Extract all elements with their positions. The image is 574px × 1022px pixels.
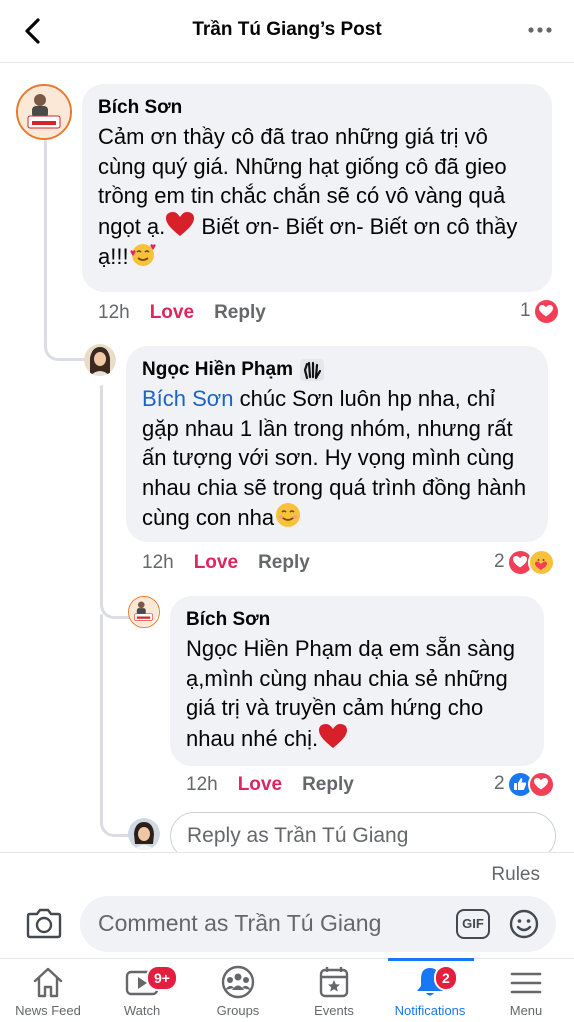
- tab-menu[interactable]: Menu: [478, 959, 574, 1022]
- comment-text: Bích Sơn chúc Sơn luôn hp nha, chỉ gặp n…: [142, 384, 532, 533]
- love-button[interactable]: Love: [238, 774, 282, 795]
- reply-button[interactable]: Reply: [258, 552, 310, 573]
- comment-author[interactable]: Bích Sơn: [186, 608, 528, 632]
- active-tab-indicator: [388, 958, 474, 961]
- reaction-summary[interactable]: 2: [494, 770, 555, 798]
- calendar-star-icon: [319, 967, 349, 998]
- reply-button[interactable]: Reply: [214, 302, 266, 323]
- comment-time: 12h: [142, 552, 174, 573]
- thread-line: [100, 385, 103, 595]
- header-bar: Trần Tú Giang’s Post: [0, 0, 574, 63]
- comment-author[interactable]: Bích Sơn: [98, 96, 536, 120]
- comment-author-row: Ngọc Hiền Phạm: [142, 358, 532, 382]
- red-heart-icon: [166, 211, 195, 236]
- thread-connector: [44, 330, 87, 361]
- smiling-face-hearts-icon: [130, 244, 156, 266]
- reaction-count: 2: [494, 773, 505, 794]
- emoji-icon[interactable]: [508, 908, 540, 940]
- care-reaction-icon: [527, 548, 555, 576]
- avatar[interactable]: [16, 84, 72, 140]
- reply-button[interactable]: Reply: [302, 774, 354, 795]
- tab-label: News Feed: [15, 1003, 81, 1018]
- love-button[interactable]: Love: [194, 552, 238, 573]
- tab-notifications[interactable]: 2 Notifications: [382, 959, 478, 1022]
- avatar-image: [18, 86, 70, 138]
- bottom-tab-bar: News Feed 9+ Watch Groups Events 2 Notif…: [0, 958, 574, 1022]
- tab-label: Events: [314, 1003, 354, 1018]
- avatar-image: [128, 818, 160, 850]
- hamburger-icon: [510, 972, 542, 994]
- reaction-count: 1: [520, 300, 531, 321]
- notification-badge: 9+: [146, 965, 178, 991]
- comment-actions: 12h Love Reply: [186, 772, 374, 798]
- tab-label: Menu: [509, 1003, 543, 1018]
- more-options-icon[interactable]: [526, 18, 554, 42]
- thread-connector: [100, 806, 131, 837]
- smiling-face-icon: [276, 503, 301, 527]
- tab-watch[interactable]: 9+ Watch: [94, 959, 190, 1022]
- tab-label: Groups: [216, 1003, 260, 1018]
- camera-icon[interactable]: [26, 906, 62, 940]
- comment-author[interactable]: Ngọc Hiền Phạm: [142, 358, 293, 382]
- comment-text: Ngọc Hiền Phạm dạ em sẵn sàng ạ,mình cùn…: [186, 634, 528, 753]
- avatar-image: [84, 344, 116, 376]
- page-title: Trần Tú Giang’s Post: [192, 19, 382, 40]
- avatar[interactable]: [128, 596, 160, 628]
- tab-events[interactable]: Events: [286, 959, 382, 1022]
- reaction-count: 2: [494, 551, 505, 572]
- comment-text-main: Ngọc Hiền Phạm dạ em sẵn sàng ạ,mình cùn…: [186, 636, 515, 751]
- reaction-summary[interactable]: 1: [520, 297, 560, 325]
- comment-placeholder: Comment as Trần Tú Giang: [98, 910, 382, 936]
- thread-line: [100, 614, 103, 810]
- tab-label: Watch: [123, 1003, 161, 1018]
- comment-time: 12h: [98, 302, 130, 323]
- tab-news-feed[interactable]: News Feed: [0, 959, 96, 1022]
- comment-text: Cảm ơn thầy cô đã trao những giá trị vô …: [98, 122, 536, 272]
- groups-icon: [221, 965, 255, 999]
- comment-time: 12h: [186, 774, 218, 795]
- thread-connector: [100, 590, 131, 619]
- love-button[interactable]: Love: [150, 302, 194, 323]
- notification-badge: 2: [434, 965, 458, 991]
- reaction-summary[interactable]: 2: [494, 548, 555, 576]
- comment-actions: 12h Love Reply: [98, 300, 286, 326]
- red-heart-icon: [319, 723, 348, 748]
- comment-input[interactable]: Comment as Trần Tú Giang GIF: [80, 896, 556, 952]
- tab-label: Notifications: [394, 1003, 466, 1018]
- rules-link[interactable]: Rules: [491, 864, 540, 886]
- tab-groups[interactable]: Groups: [190, 959, 286, 1022]
- gif-label: GIF: [462, 916, 484, 931]
- love-reaction-icon: [527, 770, 555, 798]
- comment-actions: 12h Love Reply: [142, 550, 330, 576]
- avatar[interactable]: [84, 344, 116, 376]
- comment-bubble[interactable]: Bích Sơn Ngọc Hiền Phạm dạ em sẵn sàng ạ…: [170, 596, 544, 766]
- user-avatar: [128, 818, 160, 850]
- comment-bubble[interactable]: Bích Sơn Cảm ơn thầy cô đã trao những gi…: [82, 84, 552, 292]
- comment-bubble[interactable]: Ngọc Hiền Phạm Bích Sơn chúc Sơn luôn hp…: [126, 346, 548, 542]
- gif-button[interactable]: GIF: [456, 909, 490, 939]
- thread-line: [44, 140, 47, 340]
- waving-hand-icon: [299, 359, 324, 381]
- love-reaction-icon: [532, 297, 560, 325]
- home-icon: [33, 967, 63, 998]
- avatar-image: [129, 597, 158, 626]
- mention-link[interactable]: Bích Sơn: [142, 386, 233, 411]
